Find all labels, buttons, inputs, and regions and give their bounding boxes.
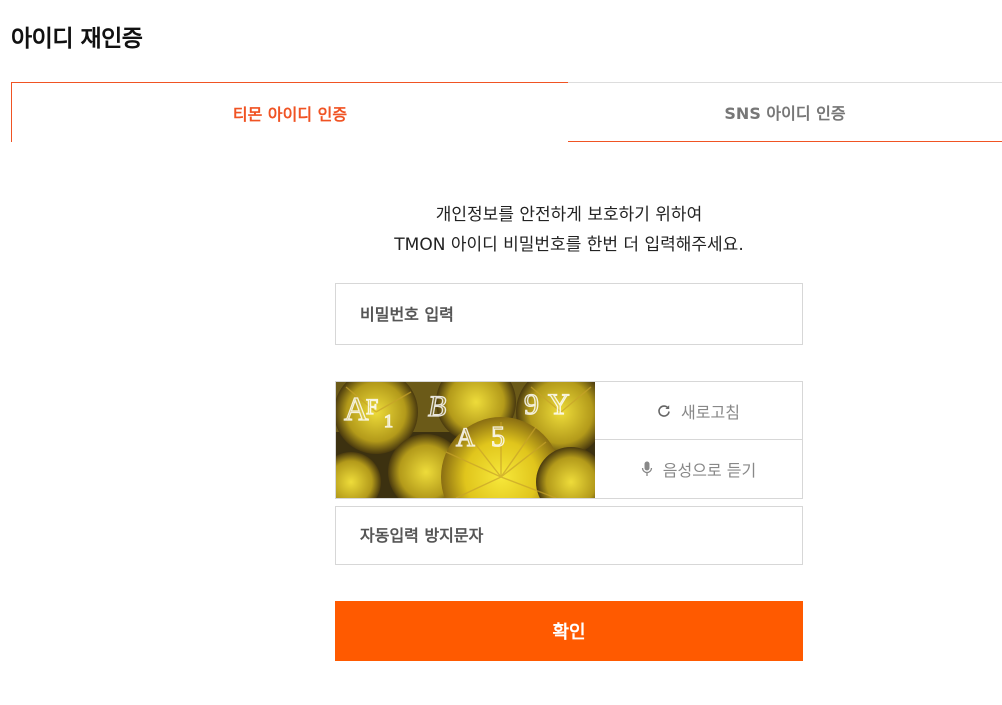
captcha-refresh-label: 새로고침 (681, 402, 740, 422)
auth-tabs: 티몬 아이디 인증 SNS 아이디 인증 (11, 82, 1002, 142)
captcha-refresh-button[interactable]: 새로고침 (595, 382, 802, 440)
intro-line-1: 개인정보를 안전하게 보호하기 위하여 (435, 205, 703, 225)
svg-text:A: A (456, 423, 475, 452)
intro-text: 개인정보를 안전하게 보호하기 위하여 TMON 아이디 비밀번호를 한번 더 … (335, 200, 803, 260)
intro-line-2: TMON 아이디 비밀번호를 한번 더 입력해주세요. (394, 235, 744, 255)
captcha-audio-label: 음성으로 듣기 (662, 461, 757, 480)
microphone-icon (641, 461, 653, 477)
svg-text:B: B (428, 390, 446, 423)
svg-text:Y: Y (548, 388, 570, 421)
svg-text:F: F (366, 394, 378, 419)
captcha-audio-button[interactable]: 음성으로 듣기 (595, 440, 802, 498)
tab-sns-id[interactable]: SNS 아이디 인증 (568, 82, 1002, 142)
svg-text:9: 9 (524, 388, 539, 421)
confirm-button[interactable]: 확인 (335, 601, 803, 661)
captcha-input[interactable] (360, 507, 802, 564)
page-title: 아이디 재인증 (11, 26, 143, 52)
captcha-image-graphic: A F 1 B A 5 9 Y (336, 382, 595, 498)
captcha-image: A F 1 B A 5 9 Y (336, 382, 595, 498)
refresh-icon (657, 404, 671, 418)
password-input[interactable] (360, 284, 802, 344)
password-field[interactable] (335, 283, 803, 345)
captcha-box: A F 1 B A 5 9 Y 새로고침 음성으로 듣기 (335, 381, 803, 499)
svg-text:1: 1 (384, 411, 393, 431)
captcha-field[interactable] (335, 506, 803, 565)
tab-tmon-id[interactable]: 티몬 아이디 인증 (11, 82, 569, 142)
svg-text:5: 5 (491, 422, 505, 453)
